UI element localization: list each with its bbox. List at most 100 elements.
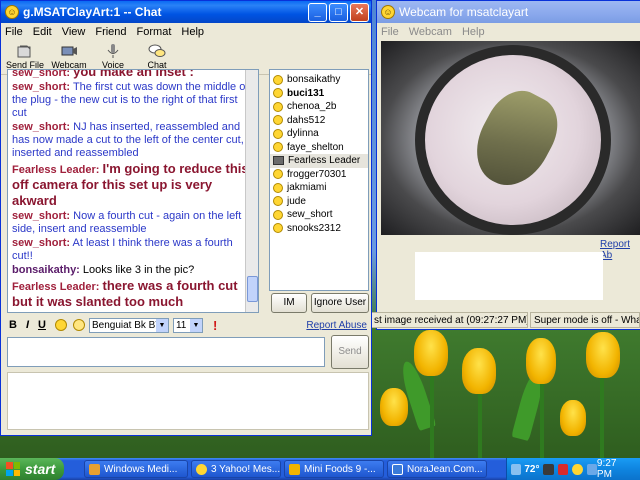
user-list-item[interactable]: Fearless Leader (270, 154, 368, 168)
menu-edit[interactable]: Edit (33, 26, 52, 38)
im-button[interactable]: IM (271, 293, 307, 313)
user-list-item[interactable]: faye_shelton (270, 141, 368, 155)
message-text: so I put it back (103, 311, 194, 312)
user-name: frogger70301 (287, 168, 347, 180)
chat-window: ☺ g.MSATClayArt:1 -- Chat _ □ ✕ File Edi… (0, 0, 372, 436)
webcam-menu-help[interactable]: Help (462, 26, 485, 38)
font-dropdown-icon: ▼ (155, 318, 168, 332)
message-input[interactable] (7, 337, 325, 367)
bold-button[interactable]: B (9, 319, 17, 331)
menu-file[interactable]: File (5, 26, 23, 38)
user-list-item[interactable]: sew_short (270, 208, 368, 222)
taskbar: start Windows Medi... 3 Yahoo! Mes... Mi… (0, 458, 640, 480)
task-yahoo-messenger[interactable]: 3 Yahoo! Mes... (191, 460, 281, 478)
webcam-report-abuse-link[interactable]: Report Ab (600, 239, 640, 261)
voice-button[interactable]: Voice (93, 43, 133, 70)
start-button[interactable]: start (0, 458, 64, 480)
user-list-item[interactable]: jakmiami (270, 181, 368, 195)
chat-button[interactable]: Chat (137, 43, 177, 70)
report-abuse-link[interactable]: Report Abuse (306, 320, 367, 331)
message-nick[interactable]: sew_short: (12, 121, 70, 133)
task-windows-media[interactable]: Windows Medi... (84, 460, 188, 478)
message-nick[interactable]: sew_short: (12, 237, 70, 249)
chat-log[interactable]: sew_short: you make an inset : sew_short:… (7, 69, 259, 313)
alert-icon[interactable]: ! (213, 318, 217, 333)
ignore-user-button[interactable]: Ignore User (311, 293, 369, 313)
chat-message: sew_short: At least I think there was a … (12, 237, 254, 263)
send-file-icon (17, 45, 31, 58)
chat-message: sew_short: The first cut was down the mi… (12, 81, 254, 120)
size-select[interactable]: 11 ▼ (172, 317, 203, 333)
smiley-icon (273, 142, 283, 153)
user-name: dylinna (287, 128, 319, 140)
chat-scroll-thumb[interactable] (247, 276, 258, 302)
user-list-item[interactable]: dahs512 (270, 114, 368, 128)
tray-alert-icon[interactable] (557, 463, 569, 475)
webcam-titlebar[interactable]: ☺ Webcam for msatclayart (377, 1, 640, 23)
message-nick[interactable]: sew_short: (12, 70, 70, 79)
send-button[interactable]: Send (331, 335, 369, 369)
webcam-menu-file[interactable]: File (381, 26, 399, 38)
chat-message: bonsaikathy: Looks like 3 in the pic? (12, 264, 254, 277)
send-file-button[interactable]: Send File (5, 43, 45, 70)
italic-button[interactable]: I (26, 319, 29, 331)
user-name: Fearless Leader (288, 155, 361, 167)
user-name: snooks2312 (287, 222, 341, 234)
task-norajean[interactable]: NoraJean.Com... (387, 460, 487, 478)
menu-view[interactable]: View (62, 26, 86, 38)
audibles-icon[interactable] (72, 319, 85, 331)
tray-app-icon[interactable] (543, 463, 554, 475)
user-list-item[interactable]: snooks2312 (270, 222, 368, 236)
emoticon-icon[interactable] (54, 319, 67, 331)
menu-format[interactable]: Format (137, 26, 172, 38)
user-list-item[interactable]: buci131 (270, 87, 368, 101)
minimize-button[interactable]: _ (308, 2, 327, 22)
chat-message: sew_short: you make an inset : (12, 70, 254, 80)
maximize-button[interactable]: □ (329, 2, 348, 22)
task-label: Mini Foods 9 -... (304, 463, 376, 475)
smiley-icon (273, 115, 283, 126)
super-mode-text: Super mode is off - What's th (534, 314, 640, 326)
chat-message: sew_short: NJ has inserted, reassembled … (12, 121, 254, 160)
menu-help[interactable]: Help (181, 26, 204, 38)
user-list-item[interactable]: dylinna (270, 127, 368, 141)
webcam-button[interactable]: Webcam (49, 43, 89, 70)
format-toolbar: B I U Benguiat Bk BT ▼ 11 ▼ ! Report Abu… (5, 317, 369, 333)
chat-scrollbar[interactable] (245, 70, 258, 312)
yahoo-icon (196, 463, 207, 475)
message-nick[interactable]: sew_short: (12, 210, 70, 222)
webcam-icon (61, 46, 77, 56)
message-nick[interactable]: sew_short: (12, 81, 70, 93)
user-name: bonsaikathy (287, 74, 341, 86)
system-tray: 72° 9:27 PM (506, 458, 640, 480)
user-name: sew_short (287, 209, 333, 221)
chat-message: sew_short: Now a fourth cut - again on t… (12, 210, 254, 236)
user-list-item[interactable]: jude (270, 195, 368, 209)
network-icon[interactable] (511, 463, 522, 475)
webcam-menu-webcam[interactable]: Webcam (409, 26, 452, 38)
user-name: faye_shelton (287, 141, 344, 153)
message-nick[interactable]: Fearless Leader: (12, 281, 99, 293)
user-list-item[interactable]: frogger70301 (270, 168, 368, 182)
chat-titlebar[interactable]: ☺ g.MSATClayArt:1 -- Chat _ □ ✕ (1, 1, 371, 23)
close-button[interactable]: ✕ (350, 2, 369, 22)
chat-message: Fearless Leader: there was a fourth cut … (12, 278, 254, 310)
user-list[interactable]: bonsaikathy buci131 chenoa_2b dahs512 dylinn… (269, 69, 369, 291)
message-nick[interactable]: Fearless Leader: (12, 164, 99, 176)
weather-temp[interactable]: 72° (524, 464, 539, 475)
volume-icon[interactable] (586, 463, 597, 475)
menu-friend[interactable]: Friend (95, 26, 126, 38)
font-select[interactable]: Benguiat Bk BT ▼ (88, 317, 169, 333)
chat-title: g.MSATClayArt:1 -- Chat (23, 5, 162, 19)
clock: 9:27 PM (596, 458, 617, 480)
message-nick[interactable]: bonsaikathy: (12, 264, 80, 276)
underline-button[interactable]: U (38, 319, 46, 331)
user-list-item[interactable]: bonsaikathy (270, 73, 368, 87)
user-list-item[interactable]: chenoa_2b (270, 100, 368, 114)
yahoo-tray-icon[interactable] (572, 463, 583, 475)
chat-message: Fearless Leader: I'm going to reduce thi… (12, 161, 254, 209)
webcam-info-panel (415, 252, 603, 300)
media-player-icon (89, 463, 100, 475)
task-mini-foods[interactable]: Mini Foods 9 -... (284, 460, 384, 478)
task-label: Windows Medi... (104, 463, 178, 475)
